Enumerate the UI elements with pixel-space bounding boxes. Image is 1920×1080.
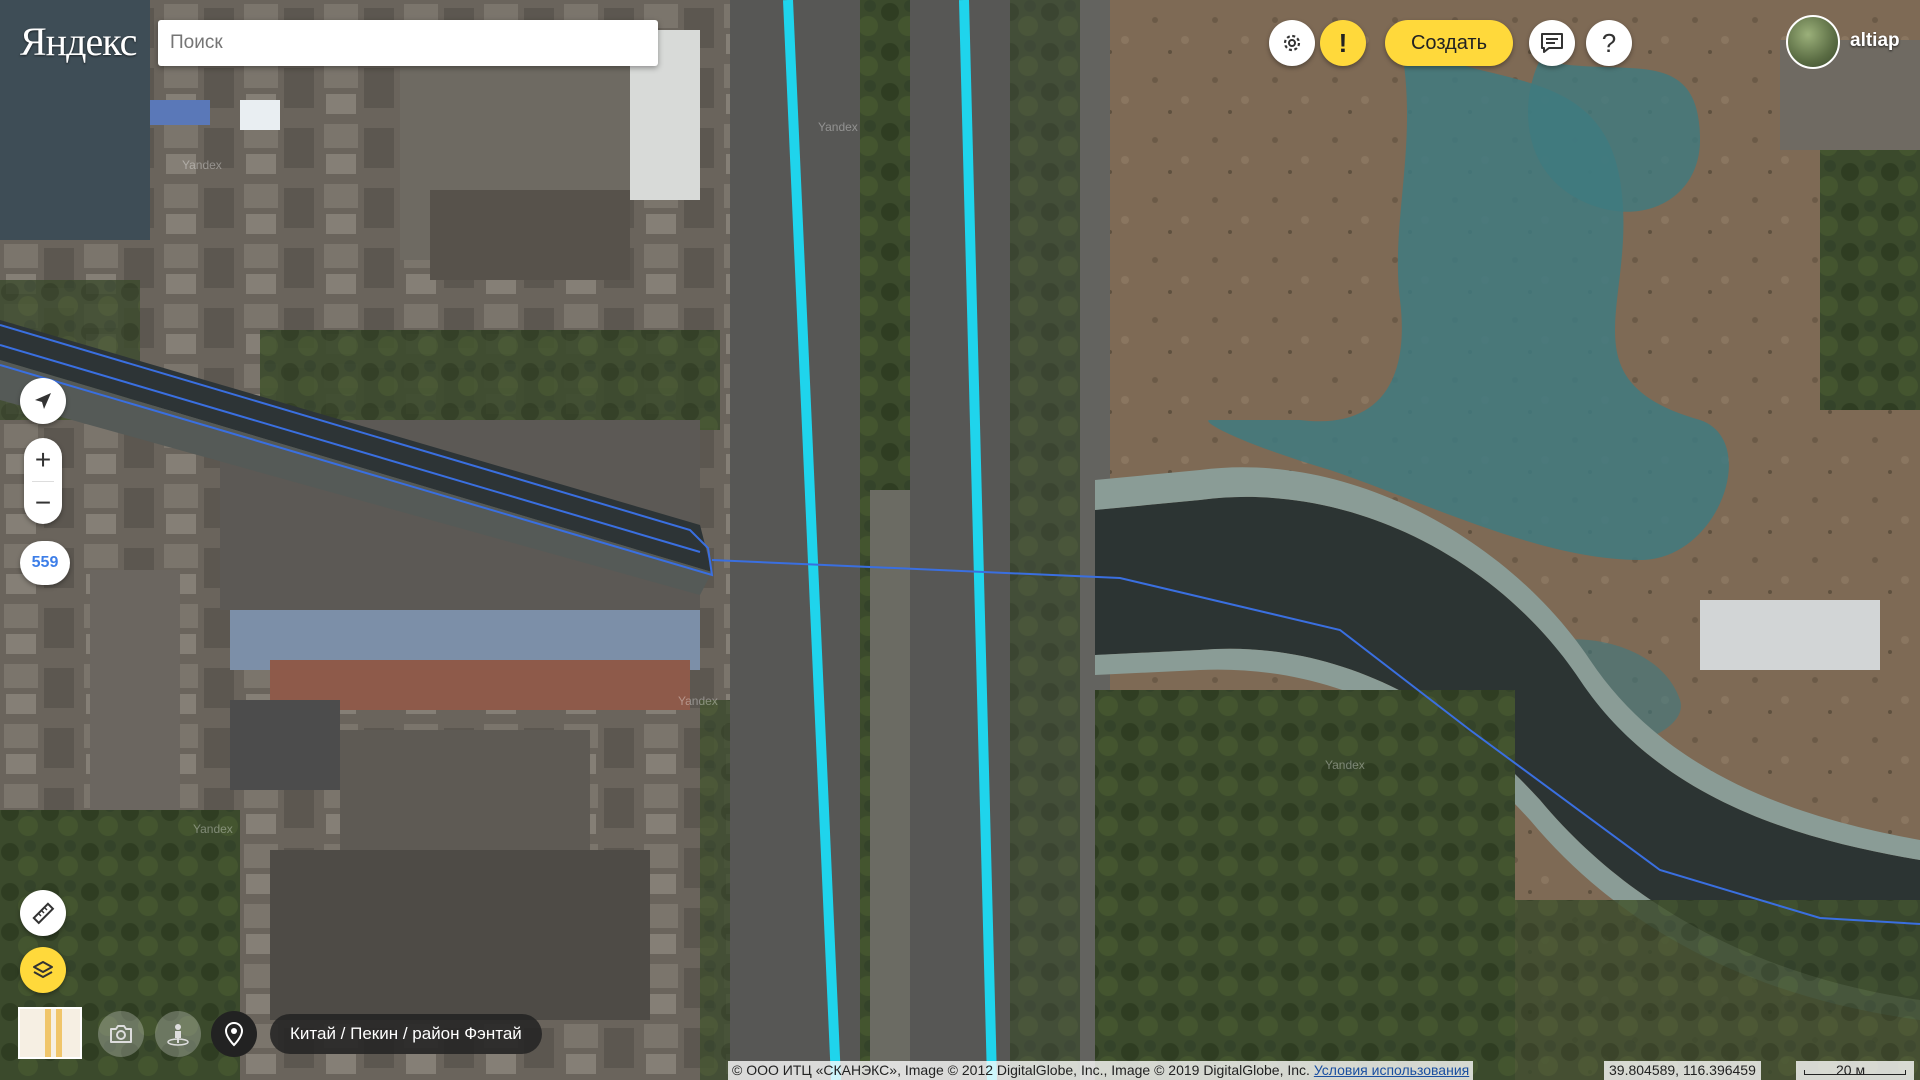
placemark-button[interactable] <box>211 1011 257 1057</box>
scale-bar: 20 м <box>1796 1061 1914 1080</box>
map-watermark: Yandex <box>678 694 718 708</box>
ruler-icon <box>32 902 55 925</box>
search-input[interactable] <box>158 20 658 66</box>
chat-icon <box>1541 33 1563 53</box>
help-button[interactable]: ? <box>1586 20 1632 66</box>
warning-button[interactable]: ! <box>1320 20 1366 66</box>
feedback-button[interactable] <box>1529 20 1575 66</box>
avatar[interactable] <box>1786 15 1840 69</box>
camera-icon <box>110 1025 132 1043</box>
yandex-logo[interactable]: Яндекс <box>20 18 137 65</box>
satellite-map[interactable]: Yandex Yandex Yandex Yandex Yandex <box>0 0 1920 1080</box>
coordinates-readout[interactable]: 39.804589, 116.396459 <box>1604 1061 1761 1080</box>
panorama-button[interactable] <box>155 1011 201 1057</box>
layers-icon <box>33 961 53 978</box>
layers-button[interactable] <box>20 947 66 993</box>
pin-icon <box>224 1021 244 1047</box>
exclamation-icon: ! <box>1338 27 1348 58</box>
zoom-in-button[interactable]: + <box>24 438 62 481</box>
photos-button[interactable] <box>98 1011 144 1057</box>
copyright-text: © ООО ИТЦ «СКАНЭКС», Image © 2012 Digita… <box>732 1062 1310 1078</box>
zoom-control: + − <box>24 438 62 524</box>
zoom-out-button[interactable]: − <box>24 481 62 524</box>
copyright-bar: © ООО ИТЦ «СКАНЭКС», Image © 2012 Digita… <box>728 1061 1474 1080</box>
scale-label: 20 м <box>1836 1062 1866 1078</box>
settings-button[interactable] <box>1269 20 1315 66</box>
person-panorama-icon <box>167 1024 189 1046</box>
map-watermark: Yandex <box>1325 758 1365 772</box>
map-imagery <box>0 0 1920 1080</box>
map-type-thumbnail[interactable] <box>18 1007 82 1059</box>
map-watermark: Yandex <box>193 822 233 836</box>
create-button[interactable]: Создать <box>1385 20 1513 66</box>
username[interactable]: altiap <box>1850 30 1900 52</box>
terms-link[interactable]: Условия использования <box>1314 1062 1469 1078</box>
counter-badge[interactable]: 559 <box>20 541 70 585</box>
ruler-button[interactable] <box>20 890 66 936</box>
question-icon: ? <box>1601 27 1617 58</box>
gear-icon <box>1283 34 1301 52</box>
geolocation-button[interactable] <box>20 378 66 424</box>
location-breadcrumb[interactable]: Китай / Пекин / район Фэнтай <box>270 1014 542 1054</box>
map-watermark: Yandex <box>818 120 858 134</box>
map-watermark: Yandex <box>182 158 222 172</box>
arrow-location-icon <box>35 393 51 409</box>
